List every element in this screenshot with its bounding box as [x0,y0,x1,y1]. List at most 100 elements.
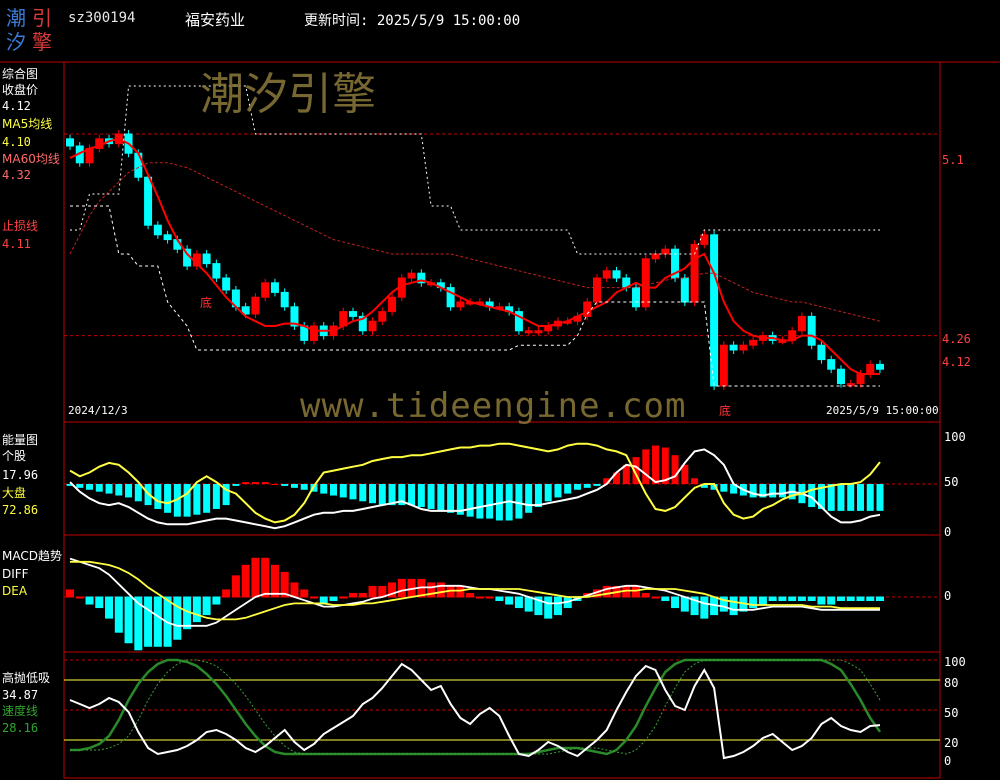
macd-bar [261,557,270,598]
dea-line [70,560,880,621]
energy-bar [300,484,308,490]
ma60-value: 4.32 [2,168,31,182]
candle-body [602,270,611,279]
macd-bar [495,596,504,602]
dea-label: DEA [2,584,28,598]
macd-bar [358,592,367,598]
energy-bar [837,484,845,511]
macd-bar [485,596,494,599]
stop-label: 止损线 [2,219,39,233]
panel4-title: 高抛低吸 [2,671,51,685]
macd-bar [866,596,875,602]
panel1-title: 综合图 [2,67,39,81]
close-label: 收盘价 [2,83,39,97]
end-date: 2025/5/9 15:00:00 [826,404,939,417]
energy-tick: 0 [944,525,952,539]
energy-bar [466,484,474,517]
candle-body [534,330,543,334]
energy-bar [290,484,298,488]
macd-bar [153,596,162,647]
macd-bar [339,596,348,599]
candle-body [524,330,533,334]
energy-bar [164,484,172,513]
energy-bar [856,484,864,511]
macd-bar [680,596,689,612]
macd-bar [856,596,865,602]
speed-value: 28.16 [2,721,39,735]
stock-energy-label: 个股 [2,449,27,463]
bottom-marker: 底 [200,296,213,310]
energy-bar [154,484,162,509]
macd-bar [241,564,250,598]
candle-body [163,234,172,241]
macd-bar [876,596,884,602]
macd-bar [192,596,201,623]
candle-body [846,383,855,387]
macd-bar [632,585,641,598]
macd-bar [817,596,826,605]
energy-bar [271,484,279,485]
energy-bar [642,449,650,484]
macd-bar [797,596,806,602]
candle-body [866,363,875,375]
macd-bar [300,589,309,598]
start-date: 2024/12/3 [68,404,128,417]
energy-bar [427,484,435,509]
energy-bar [749,484,757,498]
candle-body [797,315,806,332]
bottom-marker: 底 [719,404,732,418]
energy-tick: 50 [944,475,959,489]
macd-bar [173,596,182,640]
stop-value: 4.11 [2,237,31,251]
macd-bar [661,596,670,602]
energy-bar [329,484,337,496]
energy-bar [515,484,523,519]
macd-bar [505,596,514,605]
diff-label: DIFF [2,567,29,581]
candle-body [700,234,709,245]
energy-bar [847,484,855,511]
energy-bar [349,484,357,500]
macd-bar [144,596,153,647]
candle-body [807,315,816,346]
macd-bar [212,596,221,605]
macd-bar [700,596,709,619]
energy-bar [320,484,328,494]
energy-bar [86,484,94,490]
energy-bar [876,484,884,511]
market-energy-line [69,442,881,524]
macd-bar [270,564,279,598]
energy-bar [866,484,874,511]
energy-tick: 100 [944,430,966,444]
candle-body [710,234,719,387]
panel3-title: MACD趋势 [2,549,62,563]
swing-value: 34.87 [2,688,39,702]
macd-bar [202,596,211,616]
energy-bar [242,482,250,484]
energy-bar [691,478,699,484]
market-energy-value: 72.86 [2,503,39,517]
ma5-label: MA5均线 [2,117,53,131]
macd-tick: 0 [944,589,952,603]
candle-body [729,344,738,351]
macd-bar [231,575,240,598]
macd-bar [368,585,377,598]
candle-body [251,296,260,315]
macd-bar [807,596,816,602]
energy-bar [447,484,455,513]
candle-body [270,282,279,293]
candle-body [407,272,416,279]
watermark-brand: 潮汐引擎 [200,69,376,120]
energy-bar [476,484,484,519]
energy-bar [193,484,201,515]
speed-label: 速度线 [2,704,39,718]
macd-bar [524,596,533,612]
candle-body [261,282,270,298]
energy-bar [359,484,367,502]
candle-body [651,253,660,260]
close-value: 4.12 [2,99,31,113]
energy-bar [544,484,552,502]
watermark-url: www.tideengine.com [300,386,687,426]
macd-bar [768,596,777,602]
energy-bar [778,484,786,498]
